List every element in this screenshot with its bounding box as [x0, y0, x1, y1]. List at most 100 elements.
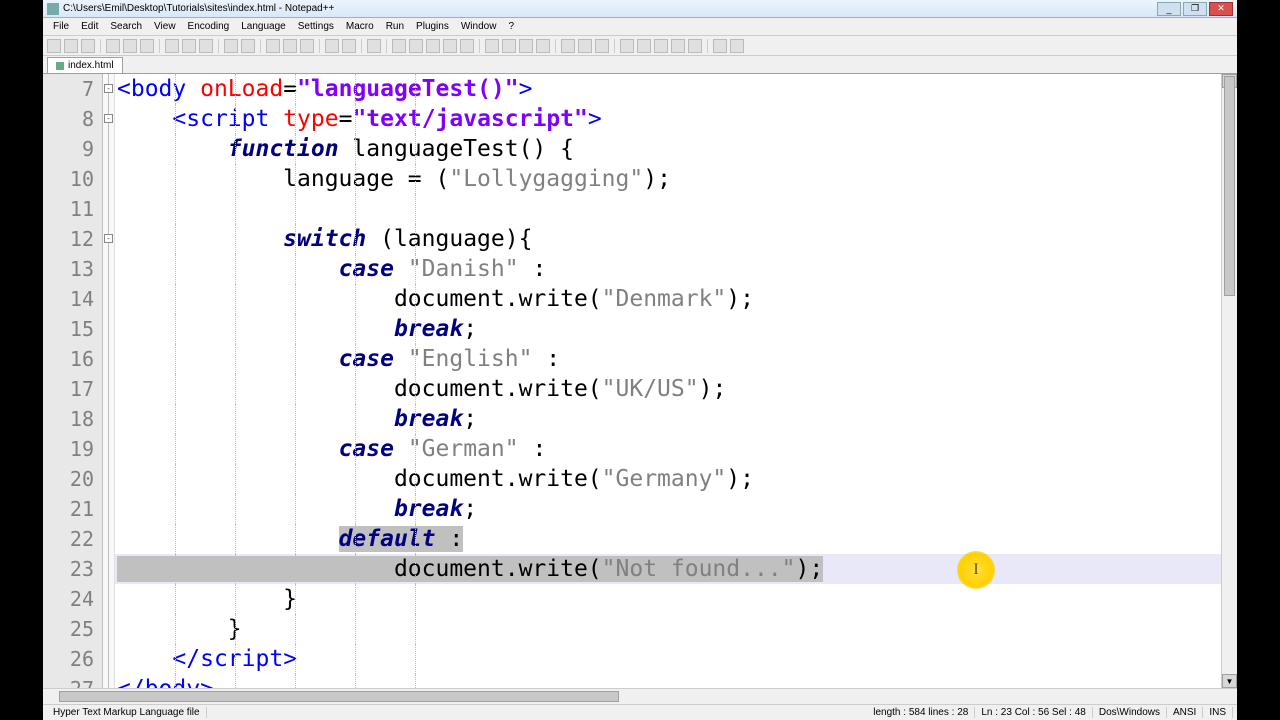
minimize-button[interactable]: _	[1157, 2, 1181, 16]
toolbar-button[interactable]	[460, 39, 474, 53]
toolbar-button[interactable]	[224, 39, 238, 53]
code-line[interactable]: </script>	[115, 644, 1221, 674]
toolbar-button[interactable]	[502, 39, 516, 53]
line-number: 10	[43, 164, 94, 194]
status-encoding: ANSI	[1167, 707, 1203, 718]
code-line[interactable]: <script type="text/javascript">	[115, 104, 1221, 134]
code-area[interactable]: <body onLoad="languageTest()"> <script t…	[115, 74, 1221, 688]
toolbar-button[interactable]	[47, 39, 61, 53]
menu-plugins[interactable]: Plugins	[410, 21, 455, 32]
code-line[interactable]: case "Danish" :	[115, 254, 1221, 284]
toolbar-button[interactable]	[443, 39, 457, 53]
menu-view[interactable]: View	[148, 21, 182, 32]
toolbar-button[interactable]	[81, 39, 95, 53]
toolbar-button[interactable]	[106, 39, 120, 53]
close-button[interactable]: ✕	[1209, 2, 1233, 16]
line-number: 26	[43, 644, 94, 674]
status-insert-mode: INS	[1203, 707, 1233, 718]
code-line[interactable]	[115, 194, 1221, 224]
toolbar-button[interactable]	[300, 39, 314, 53]
code-line[interactable]: break;	[115, 314, 1221, 344]
menu-edit[interactable]: Edit	[75, 21, 104, 32]
menu-encoding[interactable]: Encoding	[182, 21, 236, 32]
fold-toggle[interactable]: -	[104, 234, 113, 243]
line-number: 22	[43, 524, 94, 554]
menu-window[interactable]: Window	[455, 21, 503, 32]
code-line[interactable]: function languageTest() {	[115, 134, 1221, 164]
toolbar-button[interactable]	[367, 39, 381, 53]
code-line[interactable]: case "English" :	[115, 344, 1221, 374]
tab-index-html[interactable]: index.html	[47, 57, 123, 73]
toolbar-button[interactable]	[519, 39, 533, 53]
toolbar-button[interactable]	[671, 39, 685, 53]
toolbar-button[interactable]	[392, 39, 406, 53]
toolbar-button[interactable]	[165, 39, 179, 53]
line-number: 13	[43, 254, 94, 284]
menu-macro[interactable]: Macro	[340, 21, 380, 32]
code-line[interactable]: document.write("UK/US");	[115, 374, 1221, 404]
toolbar-button[interactable]	[409, 39, 423, 53]
toolbar-button[interactable]	[730, 39, 744, 53]
toolbar-button[interactable]	[266, 39, 280, 53]
code-line[interactable]: break;	[115, 404, 1221, 434]
toolbar-button[interactable]	[140, 39, 154, 53]
toolbar-button[interactable]	[578, 39, 592, 53]
toolbar-button[interactable]	[713, 39, 727, 53]
toolbar-button[interactable]	[64, 39, 78, 53]
line-number: 11	[43, 194, 94, 224]
maximize-button[interactable]: ❐	[1183, 2, 1207, 16]
fold-toggle[interactable]: -	[104, 84, 113, 93]
menu-run[interactable]: Run	[380, 21, 410, 32]
toolbar-button[interactable]	[536, 39, 550, 53]
code-line[interactable]: default :	[115, 524, 1221, 554]
code-line[interactable]: document.write("Germany");	[115, 464, 1221, 494]
hscroll-thumb[interactable]	[59, 691, 619, 702]
code-line[interactable]: }	[115, 584, 1221, 614]
code-line[interactable]: language = ("Lollygagging");	[115, 164, 1221, 194]
code-line[interactable]: break;	[115, 494, 1221, 524]
code-line[interactable]: <body onLoad="languageTest()">	[115, 74, 1221, 104]
editor: 789101112131415161718192021222324252627 …	[43, 74, 1237, 688]
toolbar-button[interactable]	[182, 39, 196, 53]
title-bar[interactable]: C:\Users\Emil\Desktop\Tutorials\sites\in…	[43, 0, 1237, 18]
toolbar-button[interactable]	[325, 39, 339, 53]
status-eol: Dos\Windows	[1093, 707, 1167, 718]
code-line[interactable]: document.write("Not found...");	[115, 554, 1221, 584]
scroll-down-icon[interactable]: ▼	[1222, 674, 1237, 688]
menu-file[interactable]: File	[47, 21, 75, 32]
app-icon	[47, 3, 59, 15]
fold-toggle[interactable]: -	[104, 114, 113, 123]
status-filetype: Hyper Text Markup Language file	[47, 707, 207, 718]
menu-search[interactable]: Search	[104, 21, 148, 32]
line-number: 25	[43, 614, 94, 644]
toolbar-button[interactable]	[485, 39, 499, 53]
file-type-icon	[56, 62, 64, 70]
toolbar-button[interactable]	[637, 39, 651, 53]
menu-settings[interactable]: Settings	[292, 21, 340, 32]
scroll-thumb[interactable]	[1224, 76, 1235, 296]
toolbar-button[interactable]	[123, 39, 137, 53]
line-number: 7	[43, 74, 94, 104]
code-line[interactable]: </body>	[115, 674, 1221, 688]
code-line[interactable]: }	[115, 614, 1221, 644]
horizontal-scrollbar[interactable]	[43, 688, 1237, 704]
toolbar-button[interactable]	[688, 39, 702, 53]
toolbar-button[interactable]	[199, 39, 213, 53]
code-line[interactable]: document.write("Denmark");	[115, 284, 1221, 314]
toolbar-button[interactable]	[561, 39, 575, 53]
line-number: 21	[43, 494, 94, 524]
toolbar-button[interactable]	[654, 39, 668, 53]
code-line[interactable]: switch (language){	[115, 224, 1221, 254]
toolbar-button[interactable]	[426, 39, 440, 53]
menu-?[interactable]: ?	[502, 21, 520, 32]
vertical-scrollbar[interactable]: ▲ ▼	[1221, 74, 1237, 688]
line-number: 12	[43, 224, 94, 254]
code-line[interactable]: case "German" :	[115, 434, 1221, 464]
toolbar-button[interactable]	[241, 39, 255, 53]
menu-language[interactable]: Language	[235, 21, 292, 32]
status-position: Ln : 23 Col : 56 Sel : 48	[975, 707, 1093, 718]
toolbar-button[interactable]	[283, 39, 297, 53]
toolbar-button[interactable]	[342, 39, 356, 53]
toolbar-button[interactable]	[620, 39, 634, 53]
toolbar-button[interactable]	[595, 39, 609, 53]
